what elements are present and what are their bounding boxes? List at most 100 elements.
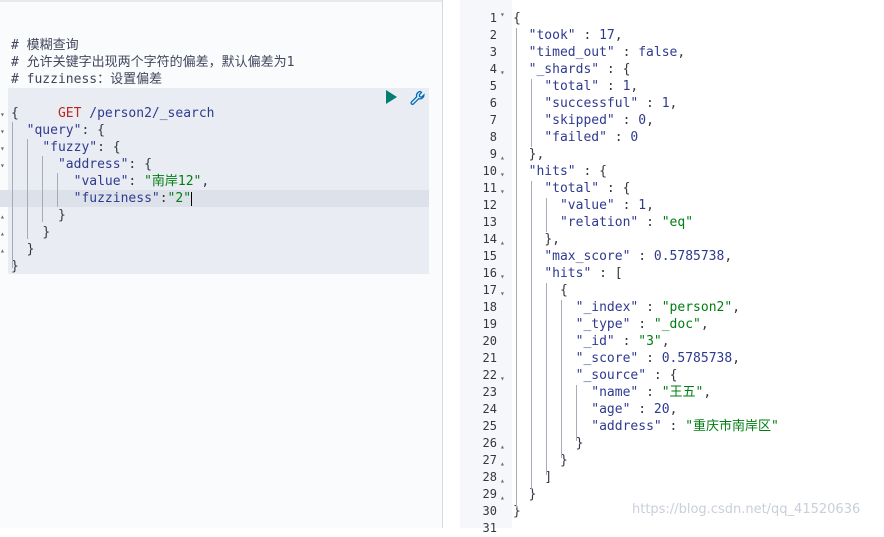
indent-guide	[27, 139, 28, 239]
request-line[interactable]: GET /person2/_search	[11, 88, 441, 121]
fold-arrow-icon[interactable]: ▴	[500, 476, 505, 485]
response-line: "name" : "王五",	[591, 385, 712, 400]
response-line: }	[559, 453, 568, 468]
response-line: "value" : 1,	[559, 198, 654, 213]
request-body-line[interactable]: "fuzziness":"2"	[11, 190, 441, 207]
comment-line: # 模糊查询	[11, 38, 79, 53]
top-bar	[0, 0, 442, 2]
response-line: "max_score" : 0.5785738,	[544, 249, 733, 264]
response-line: "took" : 17,	[528, 28, 623, 43]
line-number: 25	[482, 419, 497, 433]
line-number: 12	[482, 198, 497, 212]
request-body-line[interactable]: }	[11, 207, 441, 224]
response-line: "_score" : 0.5785738,	[575, 351, 741, 366]
indent-guide	[531, 181, 532, 489]
line-number: 15	[482, 249, 497, 263]
response-line: {	[559, 283, 568, 298]
response-line: "skipped" : 0,	[544, 113, 654, 128]
fold-arrow-icon[interactable]: ▾	[500, 272, 505, 281]
request-body-line[interactable]: }	[11, 241, 441, 258]
fold-arrow-icon[interactable]: ▴	[0, 229, 6, 238]
line-number: 13	[482, 215, 497, 229]
indent-guide	[561, 300, 562, 458]
line-number: 21	[482, 351, 497, 365]
fold-arrow-icon[interactable]: ▾	[500, 374, 505, 383]
request-body-line[interactable]: {	[11, 105, 441, 122]
fold-arrow-icon[interactable]: ▾	[0, 144, 6, 153]
request-body-line[interactable]: "address": {	[11, 156, 441, 173]
line-number: 20	[482, 334, 497, 348]
fold-arrow-icon[interactable]: ▾	[500, 170, 505, 179]
fold-arrow-icon[interactable]: ▴	[500, 459, 505, 468]
indent-guide	[57, 173, 58, 207]
line-number: 16	[482, 266, 497, 280]
response-line: "_shards" : {	[528, 62, 631, 77]
request-body-line[interactable]: "query": {	[11, 122, 441, 139]
line-number: 26	[482, 436, 497, 450]
line-number: 28	[482, 470, 497, 484]
response-line: },	[544, 232, 560, 247]
text-cursor	[191, 191, 193, 206]
line-number: 9	[489, 147, 497, 161]
request-console-pane[interactable]: # 模糊查询 # 允许关键字出现两个字符的偏差，默认偏差为1 # fuzzine…	[0, 0, 443, 528]
fold-arrow-icon[interactable]: ▾	[500, 68, 505, 77]
request-body-line[interactable]: }	[11, 224, 441, 241]
line-number: 30	[482, 504, 497, 518]
response-line: "timed_out" : false,	[528, 45, 686, 60]
line-number: 2	[489, 28, 497, 42]
line-number: 31	[482, 521, 497, 535]
response-line: "_index" : "person2",	[575, 300, 741, 315]
fold-arrow-icon[interactable]: ▾	[500, 289, 505, 298]
response-pane[interactable]: 1 2 3 4 5 6 7 8 9 10 11 12 13 14 15 16 17 18 19 20 21 22 23 24 2…	[460, 0, 884, 535]
line-number: 27	[482, 453, 497, 467]
fold-arrow-icon[interactable]: ▾	[500, 187, 505, 196]
line-number: 1	[489, 11, 497, 25]
line-number: 14	[482, 232, 497, 246]
fold-arrow-icon[interactable]: ▾	[0, 127, 6, 136]
request-body-line[interactable]: "value": "南岸12",	[11, 173, 441, 190]
response-line: {	[513, 11, 521, 26]
request-body-line[interactable]: "fuzzy": {	[11, 139, 441, 156]
indent-guide	[576, 385, 577, 441]
watermark: https://blog.csdn.net/qq_41520636	[632, 502, 861, 517]
request-body-line[interactable]: }	[11, 258, 441, 275]
response-line: "successful" : 1,	[544, 96, 678, 111]
fold-arrow-icon[interactable]: ▴	[500, 442, 505, 451]
line-number: 22	[482, 368, 497, 382]
fold-arrow-icon[interactable]: ▴	[0, 246, 6, 255]
fold-arrow-icon[interactable]: ▾	[500, 10, 505, 19]
response-line: "hits" : [	[544, 266, 623, 281]
line-number: 3	[489, 45, 497, 59]
line-number: 11	[482, 181, 497, 195]
fold-arrow-icon[interactable]: ▴	[0, 212, 6, 221]
line-number: 29	[482, 487, 497, 501]
indent-guide	[546, 198, 547, 232]
fold-arrow-icon[interactable]: ▴	[500, 493, 505, 502]
indent-guide	[516, 28, 517, 508]
indent-guide	[12, 122, 13, 268]
fold-arrow-icon[interactable]: ▾	[0, 161, 6, 170]
line-number: 18	[482, 300, 497, 314]
response-line: "_id" : "3",	[575, 334, 670, 349]
line-number: 24	[482, 402, 497, 416]
wrench-icon[interactable]	[410, 90, 426, 106]
line-number: 5	[489, 79, 497, 93]
play-icon[interactable]	[386, 90, 397, 104]
response-line: "_type" : "_doc",	[575, 317, 709, 332]
fold-arrow-icon[interactable]: ▾	[0, 110, 6, 119]
line-number: 17	[482, 283, 497, 297]
line-number: 4	[489, 62, 497, 76]
response-line: "hits" : {	[528, 164, 607, 179]
indent-guide	[546, 283, 547, 475]
line-number: 6	[489, 96, 497, 110]
response-line: "address" : "重庆市南岸区"	[591, 419, 779, 434]
comment-line: # fuzziness：设置偏差	[11, 72, 163, 87]
response-line: }	[575, 436, 584, 451]
fold-arrow-icon[interactable]: ▴	[500, 153, 505, 162]
indent-guide	[531, 79, 532, 147]
line-number: 23	[482, 385, 497, 399]
fold-arrow-icon[interactable]: ▴	[500, 238, 505, 247]
response-line: "relation" : "eq"	[559, 215, 694, 230]
response-line: },	[528, 147, 545, 162]
line-number: 19	[482, 317, 497, 331]
